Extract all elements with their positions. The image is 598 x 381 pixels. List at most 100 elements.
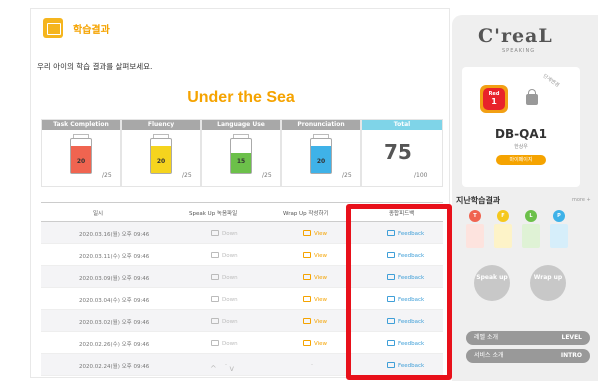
level-intro-label: 레벨 소개 <box>474 334 498 341</box>
sidebar: C'reaL SPEAKING 단계변경 Red 1 DB-QA1 한상우 마이… <box>452 15 598 381</box>
row-date: 2020.02.26(수) 오후 09:46 <box>79 342 150 348</box>
score-value: 20 <box>156 158 166 165</box>
score-value: 20 <box>316 158 326 165</box>
down-button[interactable]: Down <box>211 252 238 259</box>
level-number: 1 <box>491 97 497 106</box>
score-label: Fluency <box>122 120 200 130</box>
download-icon <box>211 296 219 302</box>
score-card-language-use: Language Use 15 /25 <box>201 119 281 187</box>
score-cup: 15 <box>230 138 252 174</box>
view-icon <box>303 252 311 258</box>
highlight-box <box>346 204 452 380</box>
download-icon <box>211 252 219 258</box>
score-row: Task Completion 20 /25 Fluency 20 /25 La… <box>41 119 443 187</box>
past-result-tags: T F L P <box>464 210 574 254</box>
level-change-button[interactable]: 단계변경 <box>542 72 561 88</box>
wrap-up-button[interactable]: Wrap up <box>530 265 566 301</box>
view-icon <box>303 230 311 236</box>
level-badge: Red 1 <box>480 85 508 113</box>
tag-body <box>522 224 540 248</box>
score-card-fluency: Fluency 20 /25 <box>121 119 201 187</box>
view-button[interactable]: View <box>303 318 327 325</box>
view-button[interactable]: View <box>303 340 327 347</box>
total-label: Total <box>362 120 442 130</box>
level-intro-tag: LEVEL <box>561 334 583 341</box>
tag-letter: F <box>497 210 509 222</box>
down-button[interactable]: Down <box>211 274 238 281</box>
row-date: 2020.03.04(수) 오후 09:46 <box>79 298 150 304</box>
score-card-pronunciation: Pronunciation 20 /25 <box>281 119 361 187</box>
view-button[interactable]: View <box>303 296 327 303</box>
more-link[interactable]: more + <box>572 197 591 203</box>
service-intro-label: 서비스 소개 <box>474 352 504 359</box>
row-date: 2020.03.02(월) 오후 09:46 <box>79 320 150 326</box>
pager-prev-button[interactable]: ^ <box>210 364 217 373</box>
row-date: 2020.03.16(월) 오후 09:46 <box>79 232 150 238</box>
score-label: Language Use <box>202 120 280 130</box>
download-icon <box>211 318 219 324</box>
score-max: /25 <box>262 172 272 179</box>
service-intro-tag: INTRO <box>560 352 582 359</box>
tag-body <box>550 224 568 248</box>
total-max: /100 <box>414 172 428 179</box>
download-icon <box>211 340 219 346</box>
row-date: 2020.03.11(수) 오후 09:46 <box>79 254 150 260</box>
download-icon <box>211 274 219 280</box>
level-badge-inner: Red 1 <box>483 88 505 110</box>
service-intro-button[interactable]: 서비스 소개 INTRO <box>466 349 590 363</box>
learning-result-page: 학습결과 우리 아이의 학습 결과를 살펴보세요. Under the Sea … <box>0 0 598 381</box>
down-button[interactable]: Down <box>211 340 238 347</box>
speak-up-button[interactable]: Speak up <box>474 265 510 301</box>
score-value: 15 <box>236 158 246 165</box>
score-value: 20 <box>76 158 86 165</box>
lock-icon <box>526 89 538 105</box>
tag-body <box>466 224 484 248</box>
student-code: DB-QA1 <box>495 127 547 141</box>
tag-task[interactable]: T <box>464 210 486 250</box>
app-logo-sub: SPEAKING <box>502 48 536 54</box>
view-button[interactable]: View <box>303 252 327 259</box>
pager: ^ v <box>210 364 234 373</box>
view-button[interactable]: View <box>303 230 327 237</box>
profile-card: 단계변경 Red 1 DB-QA1 한상우 마이페이지 <box>462 67 580 187</box>
view-button[interactable]: View <box>303 274 327 281</box>
score-card-total: Total 75 /100 <box>361 119 443 187</box>
level-intro-button[interactable]: 레벨 소개 LEVEL <box>466 331 590 345</box>
tag-body <box>494 224 512 248</box>
tag-letter: L <box>525 210 537 222</box>
view-icon <box>303 296 311 302</box>
lesson-topic: Under the Sea <box>187 89 295 106</box>
tag-pronunciation[interactable]: P <box>548 210 570 250</box>
score-cup: 20 <box>70 138 92 174</box>
score-cup: 20 <box>150 138 172 174</box>
mypage-button[interactable]: 마이페이지 <box>496 155 546 165</box>
score-cup: 20 <box>310 138 332 174</box>
row-date: 2020.02.24(월) 오후 09:46 <box>79 364 150 370</box>
download-icon <box>211 230 219 236</box>
view-empty: - <box>311 362 313 368</box>
score-label: Task Completion <box>42 120 120 130</box>
col-speak-up: Speak Up 녹음파일 <box>189 211 238 217</box>
app-logo: C'reaL <box>478 25 553 47</box>
tag-letter: T <box>469 210 481 222</box>
down-button[interactable]: Down <box>211 296 238 303</box>
down-button[interactable]: Down <box>211 318 238 325</box>
view-icon <box>303 274 311 280</box>
page-subtitle: 우리 아이의 학습 결과를 살펴보세요. <box>37 62 153 71</box>
view-icon <box>303 340 311 346</box>
score-max: /25 <box>182 172 192 179</box>
score-max: /25 <box>342 172 352 179</box>
past-results-title: 지난학습결과 <box>456 196 501 205</box>
pager-next-button[interactable]: v <box>229 364 234 373</box>
total-value: 75 <box>384 140 412 164</box>
tag-letter: P <box>553 210 565 222</box>
view-icon <box>303 318 311 324</box>
score-card-task-completion: Task Completion 20 /25 <box>41 119 121 187</box>
tag-language[interactable]: L <box>520 210 542 250</box>
col-date: 일시 <box>93 211 104 217</box>
tag-fluency[interactable]: F <box>492 210 514 250</box>
down-button[interactable]: Down <box>211 230 238 237</box>
student-name: 한상우 <box>514 144 528 150</box>
calendar-icon <box>43 18 63 38</box>
score-label: Pronunciation <box>282 120 360 130</box>
